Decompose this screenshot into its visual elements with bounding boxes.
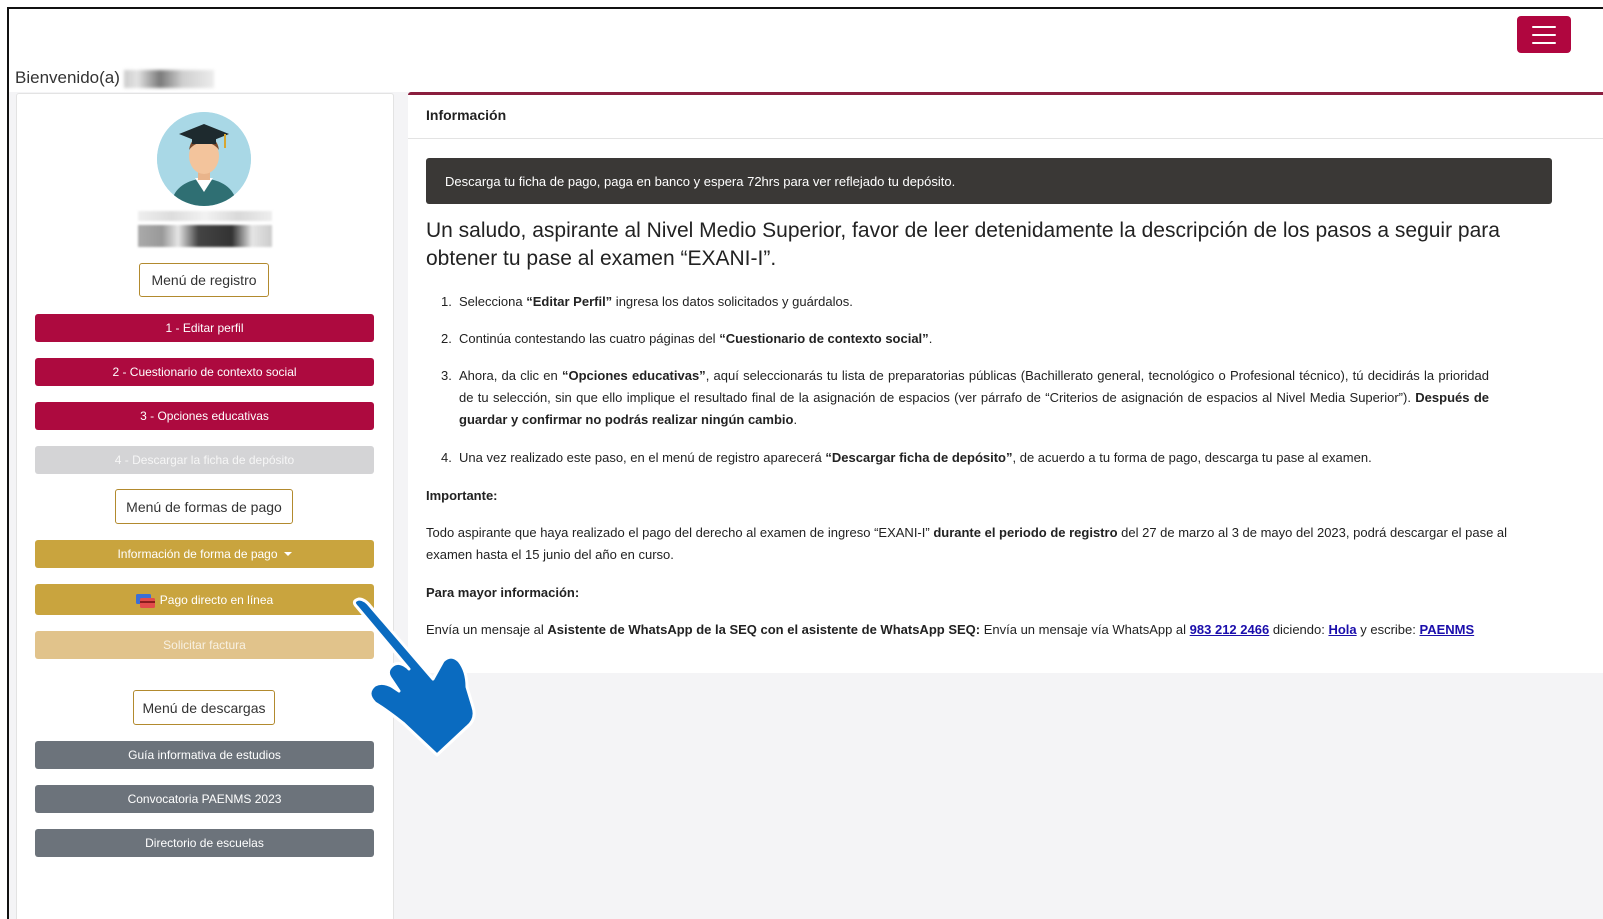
menu-descargas-heading: Menú de descargas — [133, 690, 275, 725]
info-panel: Información Descarga tu ficha de pago, p… — [408, 92, 1603, 673]
paenms-link[interactable]: PAENMS — [1420, 622, 1475, 637]
step-number: 2. — [441, 331, 452, 346]
panel-title: Información — [408, 95, 1603, 139]
top-navbar — [9, 9, 1603, 92]
redacted-name — [138, 225, 272, 247]
credit-card-icon — [135, 593, 155, 608]
payment-alert: Descarga tu ficha de pago, paga en banco… — [426, 158, 1552, 204]
hamburger-icon-bar — [1532, 25, 1556, 28]
step-text: Ahora, da clic en “Opciones educativas”,… — [459, 368, 1489, 427]
redacted-username — [123, 69, 214, 88]
convocatoria-button[interactable]: Convocatoria PAENMS 2023 — [35, 785, 374, 813]
guia-informativa-button[interactable]: Guía informativa de estudios — [35, 741, 374, 769]
step-text: Una vez realizado este paso, en el menú … — [459, 450, 1372, 465]
step-number: 4. — [441, 450, 452, 465]
hamburger-menu-button[interactable] — [1517, 16, 1571, 53]
pago-directo-button[interactable]: Pago directo en línea — [35, 584, 374, 615]
menu-pago-heading: Menú de formas de pago — [115, 489, 293, 524]
cuestionario-button[interactable]: 2 - Cuestionario de contexto social — [35, 358, 374, 386]
headline: Un saludo, aspirante al Nivel Medio Supe… — [426, 219, 1500, 270]
info-forma-pago-dropdown[interactable]: Información de forma de pago — [35, 540, 374, 568]
info-forma-pago-label: Información de forma de pago — [117, 547, 278, 561]
importante-heading: Importante: — [426, 488, 498, 503]
pago-directo-label: Pago directo en línea — [159, 592, 274, 607]
caret-down-icon — [283, 552, 292, 556]
editar-perfil-button[interactable]: 1 - Editar perfil — [35, 314, 374, 342]
mayor-info-text: Envía un mensaje al Asistente de WhatsAp… — [426, 622, 1475, 637]
importante-text: Todo aspirante que haya realizado el pag… — [426, 525, 1508, 562]
hamburger-icon-bar — [1532, 33, 1556, 36]
step-text: Selecciona “Editar Perfil” ingresa los d… — [459, 294, 853, 309]
opciones-educativas-button[interactable]: 3 - Opciones educativas — [35, 402, 374, 430]
menu-registro-heading: Menú de registro — [139, 263, 269, 297]
hamburger-icon-bar — [1532, 41, 1556, 44]
directorio-escuelas-button[interactable]: Directorio de escuelas — [35, 829, 374, 857]
step-number: 3. — [441, 368, 452, 383]
phone-link[interactable]: 983 212 2466 — [1190, 622, 1270, 637]
welcome-text: Bienvenido(a) — [15, 68, 214, 88]
step-text: Continúa contestando las cuatro páginas … — [459, 331, 933, 346]
solicitar-factura-button[interactable]: Solicitar factura — [35, 631, 374, 659]
hola-link[interactable]: Hola — [1328, 622, 1356, 637]
redacted-curp — [138, 211, 272, 221]
pointing-hand-icon — [345, 595, 485, 765]
welcome-prefix: Bienvenido(a) — [15, 68, 120, 87]
graduate-avatar — [157, 112, 251, 206]
descargar-ficha-button[interactable]: 4 - Descargar la ficha de depósito — [35, 446, 374, 474]
step-number: 1. — [441, 294, 452, 309]
